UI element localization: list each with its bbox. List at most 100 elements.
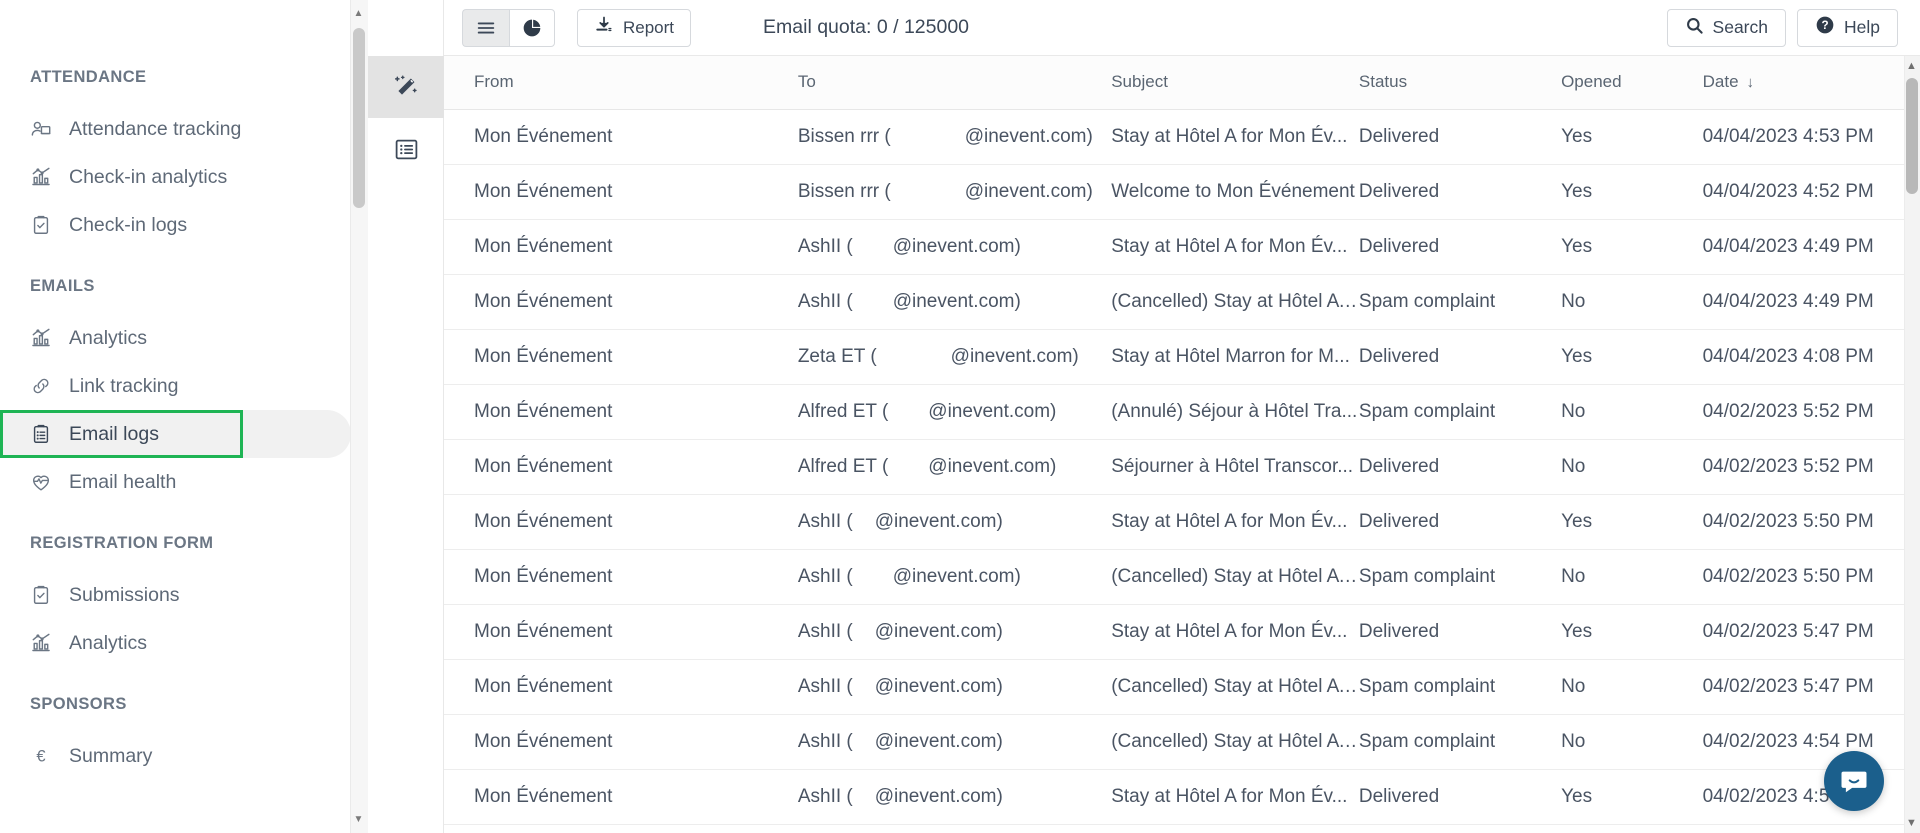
- redacted-email-icon: [853, 626, 875, 638]
- sidebar-item-analytics[interactable]: Analytics: [0, 314, 368, 362]
- table-row[interactable]: Mon Événement Zeta ET (@inevent.com) Stay …: [444, 329, 1920, 385]
- cell-to-domain: @inevent.com): [892, 291, 1021, 312]
- cell-to: Bissen rrr (@inevent.com): [797, 164, 1112, 220]
- main-scrollbar[interactable]: ▲ ▼: [1904, 56, 1920, 833]
- cell-to: AshII (@inevent.com): [797, 219, 1112, 275]
- cell-subject: (Cancelled) Stay at Hôtel A ...: [1111, 549, 1359, 605]
- column-header-subject[interactable]: Subject: [1111, 56, 1359, 110]
- sidebar-item-check-in-logs[interactable]: Check-in logs: [0, 201, 368, 249]
- table-row[interactable]: Mon Événement AshII (@inevent.com) (Cancel…: [444, 659, 1920, 715]
- bar-chart-icon: [30, 632, 52, 654]
- cell-from: Mon Événement: [444, 494, 798, 550]
- report-button[interactable]: Report: [577, 8, 692, 47]
- cell-to: Zeta ET (@inevent.com): [797, 329, 1112, 385]
- cell-from: Mon Événement: [444, 439, 798, 495]
- table-row[interactable]: Mon Événement AshII (@inevent.com) (Cancel…: [444, 274, 1920, 330]
- cell-date: 04/02/2023 5:52 PM: [1702, 384, 1920, 440]
- sidebar-item-submissions[interactable]: Submissions: [0, 571, 368, 619]
- cell-to-domain: @inevent.com): [928, 401, 1057, 422]
- column-header-date-label: Date: [1702, 72, 1739, 91]
- table-row[interactable]: Mon Événement AshII (@inevent.com) Stay at…: [444, 219, 1920, 275]
- sidebar-nav: ATTENDANCE Attendance tracking Check-in an…: [0, 0, 368, 780]
- sidebar-scroll-up-icon[interactable]: ▲: [353, 8, 364, 19]
- sidebar-item-link-tracking[interactable]: Link tracking: [0, 362, 368, 410]
- cell-opened: No: [1561, 714, 1703, 770]
- sidebar-item-email-health[interactable]: Email health: [0, 458, 368, 506]
- redacted-email-icon: [877, 351, 951, 363]
- svg-text:€: €: [36, 748, 45, 766]
- clipboard-check-icon: [30, 584, 52, 606]
- attendance-tracking-icon: [30, 118, 52, 140]
- sidebar-top-spacer: [0, 0, 368, 22]
- cell-from: Mon Événement: [444, 274, 798, 330]
- table-row[interactable]: Mon Événement AshII (@inevent.com) Stay at…: [444, 494, 1920, 550]
- cell-from: Mon Événement: [444, 164, 798, 220]
- cell-status: Delivered: [1358, 219, 1562, 275]
- cell-to-name: Alfred ET (: [797, 456, 889, 477]
- column-header-opened[interactable]: Opened: [1561, 56, 1703, 110]
- cell-from: Mon Événement: [444, 604, 798, 660]
- cell-status: Delivered: [1358, 439, 1562, 495]
- cell-status: Spam complaint: [1358, 714, 1562, 770]
- table-row[interactable]: Mon Événement Alfred ET (@inevent.com) Séj…: [444, 439, 1920, 495]
- sidebar-scroll-thumb[interactable]: [353, 28, 365, 208]
- table-row[interactable]: Mon Événement AshII (@inevent.com) (Cancel…: [444, 549, 1920, 605]
- sidebar-item-analytics[interactable]: Analytics: [0, 619, 368, 667]
- search-button[interactable]: Search: [1666, 8, 1786, 47]
- cell-to-domain: @inevent.com): [892, 236, 1021, 257]
- cell-status: Spam complaint: [1358, 384, 1562, 440]
- cell-to: Bissen rrr (@inevent.com): [797, 109, 1112, 165]
- pie-chart-icon[interactable]: [509, 8, 555, 47]
- cell-to-name: AshII (: [797, 511, 853, 532]
- sidebar-item-label: Attendance tracking: [69, 117, 242, 140]
- cell-status: Spam complaint: [1358, 659, 1562, 715]
- sidebar-item-label: Link tracking: [69, 374, 179, 397]
- cell-subject: Stay at Hôtel Marron for M...: [1111, 329, 1359, 385]
- table-row[interactable]: Mon Événement AshII (@inevent.com) Stay at…: [444, 604, 1920, 660]
- search-button-label: Search: [1712, 17, 1768, 37]
- table-row[interactable]: Mon Événement AshII (@inevent.com) Stay at…: [444, 769, 1920, 825]
- table-row[interactable]: Mon Événement Bissen rrr (@inevent.com) St…: [444, 109, 1920, 165]
- column-header-from[interactable]: From: [444, 56, 798, 110]
- cell-date: 04/04/2023 4:08 PM: [1702, 329, 1920, 385]
- table-row[interactable]: Mon Événement Alfred ET (@inevent.com) (An…: [444, 384, 1920, 440]
- sidebar-scrollbar[interactable]: ▲ ▼: [350, 0, 368, 833]
- help-button[interactable]: ? Help: [1797, 8, 1898, 47]
- cell-to: AshII (@inevent.com): [797, 714, 1112, 770]
- cell-date: 04/02/2023 5:52 PM: [1702, 439, 1920, 495]
- main-scroll-up-icon[interactable]: ▲: [1906, 60, 1917, 72]
- cell-to-name: AshII (: [797, 621, 853, 642]
- intercom-chat-icon[interactable]: [1824, 751, 1884, 811]
- email-quota-text: Email quota: 0 / 125000: [763, 16, 970, 38]
- app-root: ATTENDANCE Attendance tracking Check-in an…: [0, 0, 1920, 833]
- column-header-date[interactable]: Date ↓: [1702, 56, 1920, 110]
- main-scroll-thumb[interactable]: [1906, 78, 1918, 194]
- column-header-status[interactable]: Status: [1358, 56, 1562, 110]
- column-header-to[interactable]: To: [797, 56, 1112, 110]
- cell-date: 04/02/2023 4:54 PM: [1702, 714, 1920, 770]
- sidebar-item-check-in-analytics[interactable]: Check-in analytics: [0, 153, 368, 201]
- download-icon: [594, 15, 614, 40]
- sidebar-scroll-down-icon[interactable]: ▼: [353, 814, 364, 825]
- cell-subject: Séjourner à Hôtel Transcor...: [1111, 439, 1359, 495]
- table-row[interactable]: Mon Événement AshII (@inevent.com) (Cancel…: [444, 714, 1920, 770]
- sidebar-item-label: Analytics: [69, 326, 148, 349]
- cell-opened: No: [1561, 274, 1703, 330]
- table-row[interactable]: Mon Événement Bissen rrr (@inevent.com) We…: [444, 164, 1920, 220]
- sidebar-item-attendance-tracking[interactable]: Attendance tracking: [0, 105, 368, 153]
- cell-opened: No: [1561, 439, 1703, 495]
- cell-to-name: AshII (: [797, 676, 853, 697]
- sidebar-item-label: Submissions: [69, 583, 180, 606]
- sidebar-item-summary[interactable]: € Summary: [0, 732, 368, 780]
- hamburger-menu-icon[interactable]: [462, 8, 509, 47]
- magic-wand-icon[interactable]: [368, 56, 444, 118]
- cell-subject: Stay at Hôtel A for Mon Év...: [1111, 494, 1359, 550]
- sidebar-section-title: EMAILS: [30, 277, 95, 295]
- main-scroll-down-icon[interactable]: ▼: [1906, 817, 1917, 829]
- list-view-icon[interactable]: [368, 118, 444, 180]
- sidebar-item-email-logs[interactable]: Email logs: [0, 410, 351, 458]
- cell-date: 04/02/2023 5:47 PM: [1702, 659, 1920, 715]
- cell-opened: Yes: [1561, 604, 1703, 660]
- redacted-email-icon: [853, 791, 875, 803]
- cell-opened: No: [1561, 384, 1703, 440]
